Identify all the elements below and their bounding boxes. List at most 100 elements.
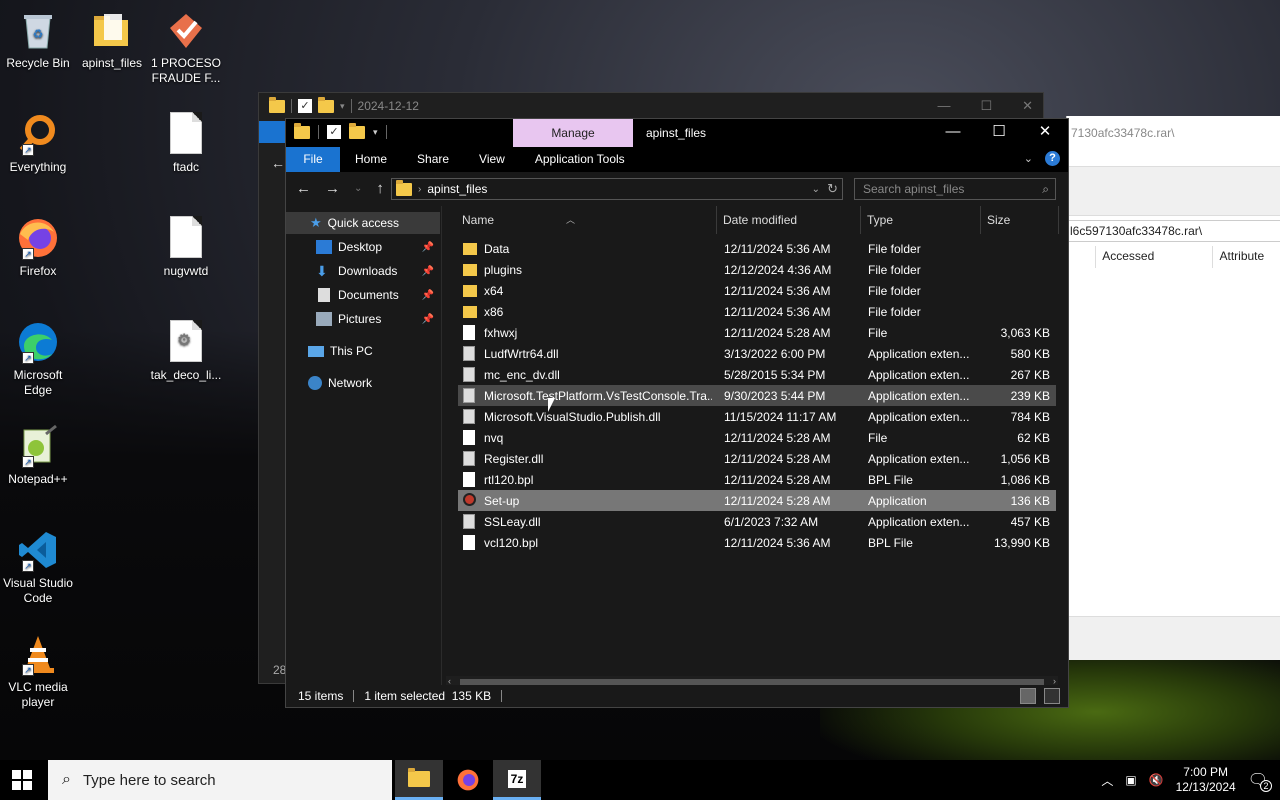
notifications-icon[interactable]: 🗨 2 bbox=[1248, 770, 1272, 792]
new-folder-icon[interactable] bbox=[349, 122, 365, 139]
forward-button[interactable]: → bbox=[325, 180, 340, 198]
col-date-modified[interactable]: Date modified bbox=[723, 213, 797, 227]
network-status-icon[interactable]: ▣ bbox=[1125, 773, 1136, 787]
desktop-icon-edge[interactable]: ↗ Microsoft Edge bbox=[0, 320, 76, 398]
table-row[interactable]: plugins 12/12/2024 4:36 AM File folder bbox=[458, 259, 1056, 280]
nav-downloads[interactable]: ⬇ Downloads 📌 bbox=[316, 260, 440, 282]
search-input[interactable]: Search apinst_files ⌕ bbox=[854, 178, 1056, 200]
table-row[interactable]: LudfWrtr64.dll 3/13/2022 6:00 PM Applicati… bbox=[458, 343, 1056, 364]
start-button[interactable] bbox=[12, 770, 32, 790]
maximize-button[interactable]: ☐ bbox=[976, 119, 1022, 147]
address-dropdown-icon[interactable]: ⌄ bbox=[812, 184, 820, 195]
help-icon[interactable]: ? bbox=[1045, 151, 1060, 166]
desktop-icon-nugvwtd[interactable]: nugvwtd bbox=[148, 216, 224, 279]
tab-home[interactable]: Home bbox=[340, 147, 402, 172]
desktop-icon-everything[interactable]: ↗ Everything bbox=[0, 112, 76, 175]
desktop-icon-firefox[interactable]: ↗ Firefox bbox=[0, 216, 76, 279]
table-row[interactable]: x64 12/11/2024 5:36 AM File folder bbox=[458, 280, 1056, 301]
ribbon-tabs: File Home Share View Application Tools ⌄… bbox=[286, 147, 1068, 172]
application-icon bbox=[463, 493, 476, 506]
table-row[interactable]: rtl120.bpl 12/11/2024 5:28 AM BPL File 1,08… bbox=[458, 469, 1056, 490]
title-bar[interactable]: ✓ ▾ Manage apinst_files — ☐ ✕ bbox=[286, 119, 1068, 147]
minimize-button[interactable]: — bbox=[930, 119, 976, 147]
tab-application-tools[interactable]: Application Tools bbox=[520, 147, 640, 172]
col-type[interactable]: Type bbox=[867, 213, 893, 227]
customize-qat-icon[interactable]: ▾ bbox=[373, 127, 378, 138]
manage-context-tab[interactable]: Manage bbox=[513, 119, 633, 147]
col-attributes[interactable]: Attribute bbox=[1213, 246, 1280, 268]
details-view-button[interactable] bbox=[1020, 688, 1036, 704]
col-size[interactable]: Size bbox=[987, 213, 1010, 227]
close-button[interactable]: ✕ bbox=[1022, 119, 1068, 147]
file-name: Register.dll bbox=[484, 452, 544, 466]
col-accessed[interactable]: Accessed bbox=[1096, 246, 1214, 268]
breadcrumb[interactable]: apinst_files bbox=[427, 182, 487, 196]
desktop-icon-ftadc[interactable]: ftadc bbox=[148, 112, 224, 175]
bg-window-controls: — ☐ ✕ bbox=[937, 98, 1033, 114]
download-arrow-icon: ⬇ bbox=[316, 262, 328, 279]
nav-quick-access[interactable]: ★ Quick access bbox=[286, 212, 440, 234]
nav-this-pc[interactable]: This PC bbox=[308, 340, 373, 362]
table-row[interactable]: vcl120.bpl 12/11/2024 5:36 AM BPL File 13,9… bbox=[458, 532, 1056, 553]
nav-network[interactable]: Network bbox=[308, 372, 372, 394]
desktop-icon-apinst-files[interactable]: apinst_files bbox=[74, 8, 150, 71]
archive-window[interactable]: 7130afc33478c.rar\ l6c597130afc33478c.ra… bbox=[1066, 116, 1280, 660]
large-icons-view-button[interactable] bbox=[1044, 688, 1060, 704]
archive-path-field[interactable]: l6c597130afc33478c.rar\ bbox=[1067, 220, 1280, 242]
nav-documents[interactable]: Documents 📌 bbox=[316, 284, 440, 306]
table-row[interactable]: mc_enc_dv.dll 5/28/2015 5:34 PM Applicatio… bbox=[458, 364, 1056, 385]
taskbar-firefox[interactable] bbox=[444, 760, 492, 800]
bg-file-tab[interactable] bbox=[259, 121, 287, 143]
desktop-icon-notepadpp[interactable]: ↗ Notepad++ bbox=[0, 424, 76, 487]
desktop-icon-vscode[interactable]: ↗ Visual Studio Code bbox=[0, 528, 76, 606]
table-row[interactable]: nvq 12/11/2024 5:28 AM File 62 KB bbox=[458, 427, 1056, 448]
bg-window-titlebar[interactable]: ✓ ▾ 2024-12-12 bbox=[259, 93, 1043, 119]
desktop-icon-vlc[interactable]: ↗ VLC media player bbox=[0, 632, 76, 710]
close-icon[interactable]: ✕ bbox=[1022, 98, 1033, 114]
edge-icon: ↗ bbox=[16, 320, 60, 364]
clock[interactable]: 7:00 PM 12/13/2024 bbox=[1176, 765, 1236, 795]
file-size: 13,990 KB bbox=[993, 536, 1050, 550]
file-date: 12/11/2024 5:36 AM bbox=[724, 305, 831, 319]
nav-desktop[interactable]: Desktop 📌 bbox=[316, 236, 440, 258]
tab-share[interactable]: Share bbox=[402, 147, 464, 172]
expand-ribbon-icon[interactable]: ⌄ bbox=[1024, 152, 1033, 165]
table-row[interactable]: Set-up 12/11/2024 5:28 AM Application 136 K… bbox=[458, 490, 1056, 511]
taskbar-file-explorer[interactable] bbox=[395, 760, 443, 800]
desktop-icon-tak-deco[interactable]: ⚙ tak_deco_li... bbox=[148, 320, 224, 383]
explorer-window[interactable]: ✓ ▾ Manage apinst_files — ☐ ✕ File Home … bbox=[285, 118, 1069, 708]
table-row[interactable]: SSLeay.dll 6/1/2023 7:32 AM Application ex… bbox=[458, 511, 1056, 532]
volume-muted-icon[interactable]: 🔇 bbox=[1149, 773, 1164, 787]
minimize-icon[interactable]: — bbox=[937, 98, 950, 114]
chevron-up-icon[interactable]: ︿ bbox=[1101, 772, 1113, 789]
back-button[interactable]: ← bbox=[296, 180, 311, 198]
table-row[interactable]: Data 12/11/2024 5:36 AM File folder bbox=[458, 238, 1056, 259]
up-button[interactable]: ↑ bbox=[376, 180, 384, 198]
tab-view[interactable]: View bbox=[464, 147, 520, 172]
table-row[interactable]: x86 12/11/2024 5:36 AM File folder bbox=[458, 301, 1056, 322]
desktop-icon-recycle-bin[interactable]: ♻ Recycle Bin bbox=[0, 8, 76, 71]
address-bar[interactable]: › apinst_files ⌄ ↻ bbox=[391, 178, 843, 200]
maximize-icon[interactable]: ☐ bbox=[980, 98, 992, 114]
settings-file-icon: ⚙ bbox=[164, 320, 208, 364]
properties-icon[interactable]: ✓ bbox=[327, 125, 341, 139]
archive-path-label: 7130afc33478c.rar\ bbox=[1071, 126, 1175, 140]
file-type: Application exten... bbox=[868, 515, 970, 529]
sort-ascending-icon: ︿ bbox=[566, 215, 576, 225]
table-row[interactable]: Register.dll 12/11/2024 5:28 AM Applicatio… bbox=[458, 448, 1056, 469]
tab-file[interactable]: File bbox=[286, 147, 340, 172]
desktop-icon-proceso-fraude[interactable]: 1 PROCESO FRAUDE F... bbox=[148, 8, 224, 86]
taskbar-search-box[interactable]: ⌕ Type here to search bbox=[48, 760, 392, 800]
back-arrow-icon[interactable]: ← bbox=[271, 155, 285, 171]
dll-file-icon bbox=[463, 367, 475, 382]
col-name[interactable]: Name bbox=[462, 213, 494, 227]
vlc-cone-icon: ↗ bbox=[16, 632, 60, 676]
recent-locations-icon[interactable]: ⌄ bbox=[354, 180, 362, 198]
taskbar-7zip[interactable]: 7z bbox=[493, 760, 541, 800]
file-name: Microsoft.TestPlatform.VsTestConsole.Tra… bbox=[484, 389, 712, 403]
window-title: apinst_files bbox=[646, 126, 707, 140]
nav-pictures[interactable]: Pictures 📌 bbox=[316, 308, 440, 330]
file-type: File folder bbox=[868, 242, 921, 256]
table-row[interactable]: fxhwxj 12/11/2024 5:28 AM File 3,063 KB bbox=[458, 322, 1056, 343]
refresh-icon[interactable]: ↻ bbox=[827, 181, 838, 197]
